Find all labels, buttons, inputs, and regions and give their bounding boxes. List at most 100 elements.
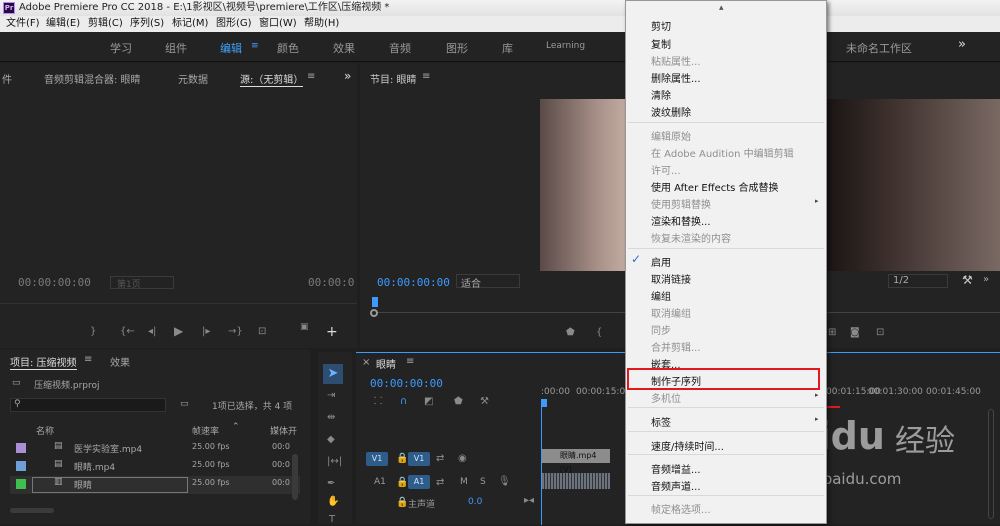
snap-icon[interactable]: ∩ (400, 396, 407, 408)
menu-clip[interactable]: 剪辑(C) (88, 16, 123, 32)
menu-window[interactable]: 窗口(W) (259, 16, 297, 32)
play-icon[interactable]: ▶ (174, 325, 183, 337)
master-lock-icon[interactable]: 🔒 (396, 497, 408, 509)
workspace-untitled[interactable]: 未命名工作区 (846, 40, 912, 56)
menu-item[interactable]: 编组 (651, 288, 671, 303)
menu-item[interactable]: 取消链接 (651, 271, 691, 286)
audio-clip[interactable] (542, 473, 610, 489)
menu-item[interactable]: 在 Adobe Audition 中编辑剪辑 (651, 145, 794, 160)
add-button-icon[interactable]: + (326, 325, 338, 339)
v1-source-patch[interactable]: V1 (366, 452, 388, 466)
sort-ascending-icon[interactable]: ⌃ (232, 422, 240, 432)
workspace-editing[interactable]: 编辑 (220, 40, 242, 56)
selection-tool-icon[interactable]: ➤ (323, 364, 343, 384)
workspace-overflow-icon[interactable]: » (958, 37, 966, 52)
go-to-out-icon[interactable]: →} (228, 326, 243, 338)
close-icon[interactable]: × (362, 357, 370, 368)
source-scrubber[interactable] (0, 303, 357, 304)
menu-item[interactable]: 标签 (651, 414, 671, 429)
wrench-icon[interactable]: ⚒ (962, 273, 973, 287)
workspace-audio[interactable]: 音频 (389, 40, 411, 56)
menu-item[interactable]: 剪切 (651, 18, 671, 33)
clip-name[interactable]: 眼睛 (74, 478, 92, 491)
menu-item[interactable]: 编辑原始 (651, 128, 691, 143)
menu-item[interactable]: 音频增益... (651, 461, 701, 476)
menu-item[interactable]: 清除 (651, 87, 671, 102)
program-menu-icon[interactable]: ≡ (422, 71, 430, 82)
new-bin-icon[interactable]: ▭ (180, 399, 189, 409)
menu-item[interactable]: 取消编组 (651, 305, 691, 320)
ripple-edit-tool-icon[interactable]: ⇹ (327, 412, 335, 424)
solo-button[interactable]: S (480, 477, 486, 487)
program-playhead-handle[interactable] (370, 309, 378, 317)
a1-track-target[interactable]: A1 (408, 475, 430, 489)
program-camera-icon[interactable]: ◙ (850, 327, 860, 339)
workspace-learn[interactable]: 学习 (110, 40, 132, 56)
mark-out-icon[interactable]: } (90, 326, 96, 338)
v1-sync-icon[interactable]: ⇄ (436, 453, 444, 465)
type-tool-icon[interactable]: T (329, 514, 335, 526)
menu-item[interactable]: 音频声道... (651, 478, 701, 493)
panel-overflow-icon[interactable]: » (344, 69, 351, 83)
workspace-color[interactable]: 颜色 (277, 40, 299, 56)
fit-select[interactable]: 适合 (456, 274, 520, 290)
menu-file[interactable]: 文件(F) (6, 16, 40, 32)
tab-sequence[interactable]: 眼睛 (376, 356, 396, 371)
tab-project[interactable]: 项目: 压缩视频 (10, 354, 77, 370)
project-row[interactable]: ▤ 眼睛.mp4 25.00 fps 00:0 (10, 458, 300, 476)
project-search-input[interactable]: ⚲ (10, 398, 166, 412)
nest-toggle-icon[interactable]: ⸬ (374, 396, 382, 408)
timeline-menu-icon[interactable]: ≡ (406, 356, 414, 367)
panel-menu-icon[interactable]: ≡ (307, 71, 315, 82)
tab-source[interactable]: 源:（无剪辑） (240, 71, 304, 87)
menu-item[interactable]: 启用 (651, 254, 671, 269)
column-framerate[interactable]: 帧速率 (192, 424, 219, 437)
menu-item[interactable]: 渲染和替换... (651, 213, 711, 228)
mute-button[interactable]: M (460, 477, 468, 487)
menu-item[interactable]: 删除属性... (651, 70, 701, 85)
step-back-icon[interactable]: ◂| (148, 326, 156, 338)
timeline-timecode[interactable]: 00:00:00:00 (370, 377, 443, 390)
menu-item[interactable]: 使用剪辑替换 (651, 196, 711, 211)
menu-scroll-up-icon[interactable]: ▴ (719, 3, 724, 13)
menu-item[interactable]: 复制 (651, 36, 671, 51)
menu-graphics[interactable]: 图形(G) (216, 16, 252, 32)
slip-tool-icon[interactable]: |↔| (327, 456, 342, 468)
menu-item[interactable]: 帧定格选项... (651, 501, 711, 516)
program-title[interactable]: 节目: 眼睛 (370, 71, 417, 86)
workspace-libraries[interactable]: 库 (502, 40, 513, 56)
menu-item[interactable]: 恢复未渲染的内容 (651, 230, 731, 245)
column-name[interactable]: 名称 (36, 424, 54, 437)
source-page-select[interactable]: 第1页 (110, 276, 174, 290)
program-marker-icon[interactable]: ⬟ (566, 327, 575, 339)
track-select-tool-icon[interactable]: ⇥ (327, 390, 335, 402)
v1-lock-icon[interactable]: 🔒 (396, 453, 408, 465)
menu-item[interactable]: 速度/持续时间... (651, 438, 724, 453)
label-color-swatch[interactable] (16, 443, 26, 453)
resolution-select[interactable]: 1/2 (888, 274, 948, 288)
linked-selection-icon[interactable]: ◩ (424, 396, 433, 408)
workspace-graphics[interactable]: 图形 (446, 40, 468, 56)
video-clip[interactable]: 眼睛.mp4 [V] (542, 449, 610, 474)
v1-track-target[interactable]: V1 (408, 452, 430, 466)
menu-item[interactable]: 同步 (651, 322, 671, 337)
menu-sequence[interactable]: 序列(S) (130, 16, 164, 32)
menu-item[interactable]: 使用 After Effects 合成替换 (651, 179, 779, 194)
a1-lock-icon[interactable]: 🔒 (396, 477, 408, 489)
label-color-swatch[interactable] (16, 479, 26, 489)
add-marker-icon[interactable]: ⬟ (454, 396, 463, 408)
program-overwrite-icon[interactable]: ⊞ (828, 327, 836, 339)
column-media[interactable]: 媒体开 (270, 424, 297, 437)
step-forward-icon[interactable]: |▸ (202, 326, 210, 338)
tab-effects[interactable]: 效果 (110, 354, 130, 369)
menu-item[interactable]: 多机位 (651, 390, 681, 405)
workspace-learning[interactable]: Learning (546, 41, 585, 51)
clip-name[interactable]: 医学实验室.mp4 (74, 442, 142, 455)
workspace-effects[interactable]: 效果 (333, 40, 355, 56)
playhead-marker[interactable] (372, 297, 378, 307)
go-to-in-icon[interactable]: {← (120, 326, 135, 338)
project-row-selected[interactable]: ▥ 眼睛 25.00 fps 00:0 (10, 476, 300, 494)
workspace-menu-icon[interactable]: ≡ (251, 41, 259, 51)
timeline-settings-icon[interactable]: ⚒ (480, 396, 489, 408)
program-mark-in-icon[interactable]: { (596, 327, 602, 339)
